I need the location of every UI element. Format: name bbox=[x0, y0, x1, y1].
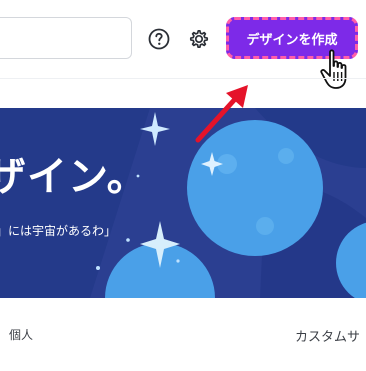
question-circle-icon[interactable] bbox=[147, 27, 171, 51]
hand-cursor-icon bbox=[320, 49, 347, 89]
gear-icon[interactable] bbox=[187, 27, 211, 51]
banner-subtitle: 」には宇宙があるわ」 bbox=[0, 224, 117, 238]
tab-personal[interactable]: 個人 bbox=[9, 326, 33, 343]
hero-banner: ザイン。 」には宇宙があるわ」 bbox=[0, 108, 366, 298]
space-illustration bbox=[0, 108, 366, 298]
tab-custom-size[interactable]: カスタムサ bbox=[295, 326, 360, 345]
category-tabs: 個人 カスタムサ bbox=[0, 298, 366, 371]
header-divider bbox=[0, 78, 366, 79]
banner-title: ザイン。 bbox=[0, 154, 148, 200]
annotation-arrow-icon bbox=[195, 85, 248, 143]
top-header: デザインを作成 bbox=[0, 0, 366, 78]
search-input[interactable] bbox=[0, 17, 132, 59]
